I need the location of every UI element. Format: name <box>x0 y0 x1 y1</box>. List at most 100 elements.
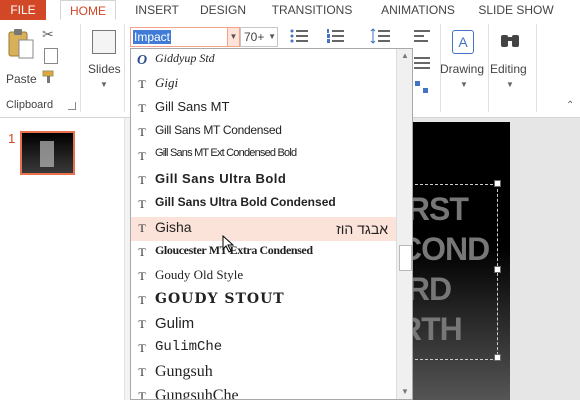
chevron-down-icon: ▼ <box>506 80 514 89</box>
font-item[interactable]: T GOUDY STOUT <box>131 289 396 313</box>
font-item-name: Gill Sans MT Condensed <box>155 123 282 137</box>
opentype-icon: O <box>136 53 148 68</box>
truetype-icon: T <box>138 269 146 283</box>
font-item-name: GulimChe <box>155 339 223 355</box>
font-item[interactable]: T Goudy Old Style <box>131 265 396 289</box>
editing-button[interactable]: Editing ▼ <box>488 28 532 98</box>
font-item-name: Gill Sans Ultra Bold <box>155 171 287 186</box>
font-item[interactable]: T Gill Sans Ultra Bold Condensed <box>131 193 396 217</box>
copy-icon[interactable] <box>44 48 58 64</box>
binoculars-icon <box>500 32 520 48</box>
collapse-ribbon-icon[interactable]: ⌃ <box>566 100 574 111</box>
numbering-icon[interactable] <box>326 29 346 43</box>
tab-home[interactable]: HOME <box>60 0 116 20</box>
tab-insert[interactable]: INSERT <box>132 0 182 20</box>
scroll-up-icon[interactable]: ▲ <box>397 49 412 63</box>
truetype-icon: T <box>138 173 146 187</box>
resize-handle[interactable] <box>494 354 501 361</box>
chevron-down-icon: ▼ <box>460 80 468 89</box>
align-left-icon[interactable] <box>414 29 430 43</box>
resize-handle[interactable] <box>494 266 501 273</box>
chevron-down-icon[interactable]: ▼ <box>268 32 276 41</box>
tab-transitions[interactable]: TRANSITIONS <box>264 0 360 20</box>
font-item-name: Gisha <box>155 219 192 235</box>
font-item-highlighted[interactable]: T Gisha אבגד הוז <box>131 217 396 241</box>
font-item[interactable]: T GulimChe <box>131 337 396 361</box>
truetype-icon: T <box>138 77 146 91</box>
font-item-name: GungsuhChe <box>155 387 239 400</box>
font-item[interactable]: T Gulim <box>131 313 396 337</box>
chevron-down-icon[interactable]: ▼ <box>227 28 239 46</box>
new-slide-icon <box>92 30 116 54</box>
font-item-name: Gulim <box>155 315 195 332</box>
truetype-icon: T <box>138 245 146 259</box>
ribbon-tabs: FILE HOME INSERT DESIGN TRANSITIONS ANIM… <box>0 0 580 21</box>
font-name-input[interactable]: Impact <box>133 30 172 44</box>
ribbon-separator <box>124 24 125 112</box>
editing-label: Editing <box>490 62 527 76</box>
slide-thumbnail[interactable] <box>20 131 75 175</box>
font-item-name: Gill Sans MT <box>155 99 230 114</box>
tab-slide-show[interactable]: SLIDE SHOW <box>476 0 556 20</box>
line-spacing-icon[interactable] <box>370 28 392 44</box>
font-item[interactable]: T Gill Sans MT Condensed <box>131 121 396 145</box>
font-item-name: Goudy Old Style <box>155 267 244 282</box>
font-item[interactable]: T Gill Sans Ultra Bold <box>131 169 396 193</box>
slide-number: 1 <box>8 131 16 146</box>
truetype-icon: T <box>138 125 146 139</box>
truetype-icon: T <box>138 365 146 379</box>
paste-button[interactable]: Paste <box>4 28 37 86</box>
font-size-input[interactable]: 70+ <box>244 30 264 44</box>
font-item[interactable]: T Gungsuh <box>131 361 396 385</box>
chevron-down-icon: ▼ <box>100 80 108 89</box>
smartart-icon[interactable] <box>414 80 430 94</box>
clipboard-launcher-icon[interactable] <box>68 102 76 110</box>
font-item-preview: אבגד הוז <box>336 221 388 237</box>
font-item[interactable]: T GungsuhChe <box>131 385 396 400</box>
font-item-name: Gigi <box>155 75 179 90</box>
font-item-name: GOUDY STOUT <box>155 291 285 307</box>
font-item[interactable]: T Gill Sans MT <box>131 97 396 121</box>
truetype-icon: T <box>138 197 146 211</box>
drawing-button[interactable]: A Drawing ▼ <box>440 28 486 98</box>
scroll-thumb[interactable] <box>399 245 412 271</box>
truetype-icon: T <box>138 389 146 400</box>
font-dropdown-list: O Giddyup Std T Gigi T Gill Sans MT T Gi… <box>130 48 413 400</box>
slides-label: Slides <box>88 62 121 76</box>
paste-icon <box>8 29 34 59</box>
drawing-label: Drawing <box>440 62 485 76</box>
slides-button[interactable]: Slides ▼ <box>86 28 122 98</box>
font-item-name: Gill Sans MT Ext Condensed Bold <box>155 147 297 159</box>
format-painter-icon[interactable] <box>42 70 56 84</box>
scroll-down-icon[interactable]: ▼ <box>397 385 412 399</box>
font-item-name: Gungsuh <box>155 363 213 380</box>
shapes-icon: A <box>452 30 474 54</box>
paste-label: Paste <box>6 72 37 86</box>
text-box[interactable]: IRST COND IRD RTH <box>399 184 498 360</box>
bullets-icon[interactable] <box>290 29 310 43</box>
font-item-name: Gill Sans Ultra Bold Condensed <box>155 195 336 209</box>
cut-icon[interactable]: ✂ <box>42 26 58 42</box>
font-size-combobox[interactable]: 70+ ▼ <box>240 27 278 47</box>
mouse-cursor-icon <box>222 235 234 253</box>
truetype-icon: T <box>138 221 146 235</box>
truetype-icon: T <box>138 341 146 355</box>
text-direction-icon[interactable] <box>414 56 430 70</box>
truetype-icon: T <box>138 101 146 115</box>
ribbon-separator <box>536 24 537 112</box>
dropdown-scrollbar[interactable]: ▲ ▼ <box>396 49 412 399</box>
font-name-combobox[interactable]: Impact ▼ <box>130 27 240 47</box>
clipboard-group-label: Clipboard <box>6 99 54 111</box>
tab-animations[interactable]: ANIMATIONS <box>370 0 466 20</box>
font-item[interactable]: O Giddyup Std <box>131 49 396 73</box>
truetype-icon: T <box>138 293 146 307</box>
font-item[interactable]: T Gloucester MT Extra Condensed <box>131 241 396 265</box>
font-item[interactable]: T Gigi <box>131 73 396 97</box>
truetype-icon: T <box>138 149 146 163</box>
thumbnail-text-preview <box>40 141 54 167</box>
ribbon-separator <box>80 24 81 112</box>
resize-handle[interactable] <box>494 180 501 187</box>
font-item[interactable]: T Gill Sans MT Ext Condensed Bold <box>131 145 396 169</box>
tab-design[interactable]: DESIGN <box>196 0 250 20</box>
tab-file[interactable]: FILE <box>0 0 46 20</box>
